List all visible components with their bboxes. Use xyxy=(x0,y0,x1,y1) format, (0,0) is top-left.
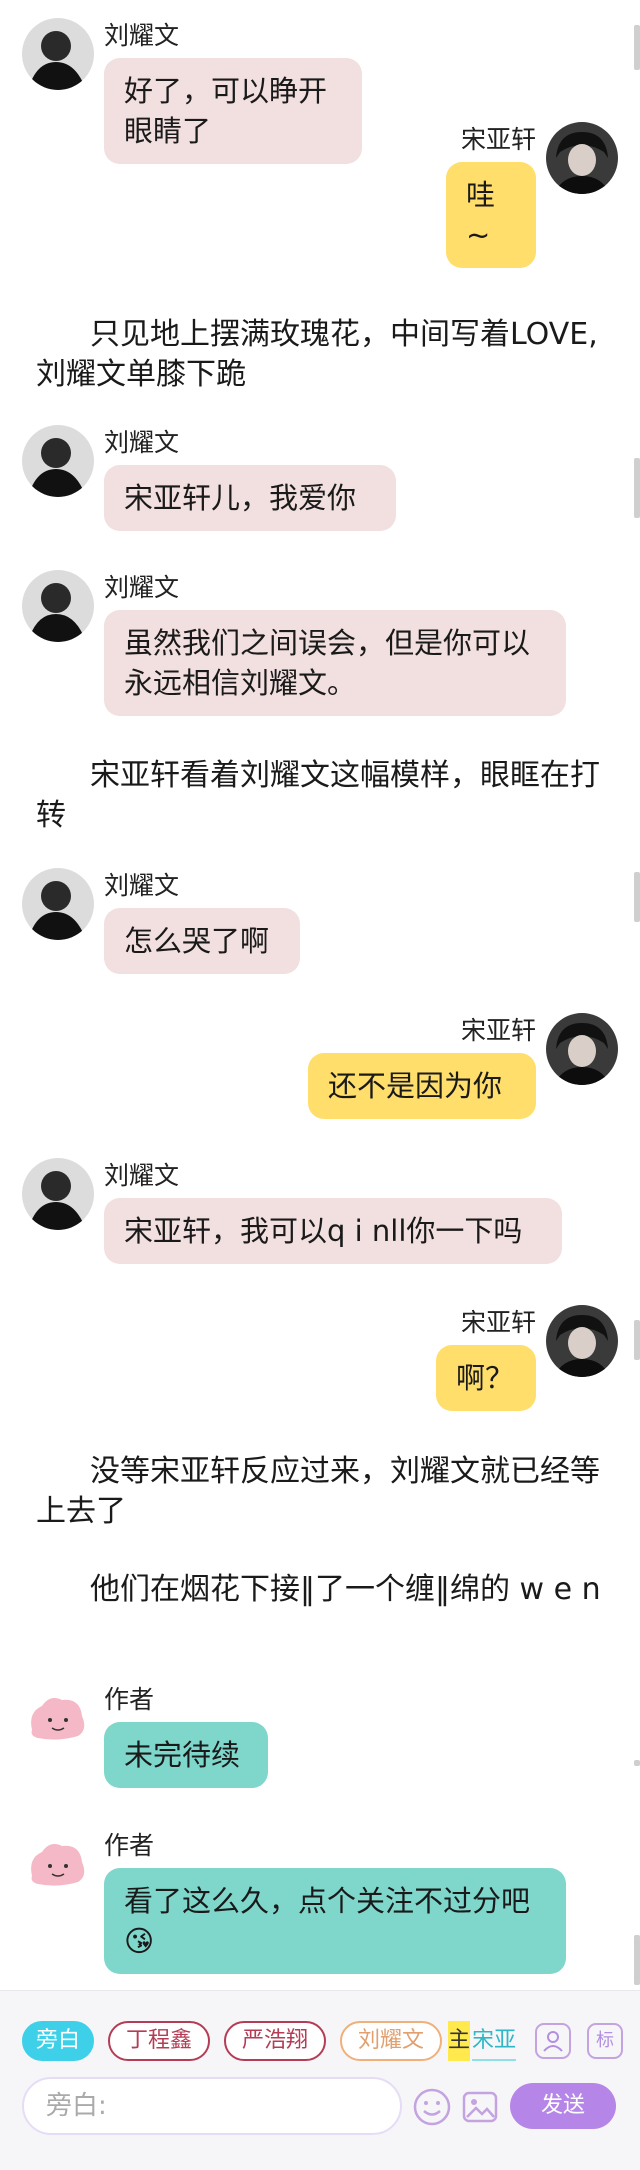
scroll-indicator xyxy=(634,25,640,70)
composer-panel: 旁白 丁程鑫 严浩翔 刘耀文 主 宋亚 标 旁白: 发送 xyxy=(0,1990,640,2170)
role-chip-song-yaxuan[interactable]: 宋亚 xyxy=(472,2021,516,2061)
chat-feed: 刘耀文 好了，可以睁开眼睛了 宋亚轩 哇~ 只见地上摆满玫瑰花，中间写着LOVE… xyxy=(0,0,640,1990)
song-yaxuan-avatar[interactable] xyxy=(546,122,618,194)
send-button[interactable]: 发送 xyxy=(510,2083,616,2129)
sender-name: 刘耀文 xyxy=(104,573,180,602)
sender-name: 宋亚轩 xyxy=(460,1016,536,1045)
sender-name: 刘耀文 xyxy=(104,21,180,50)
sender-name: 作者 xyxy=(104,1831,155,1860)
image-icon[interactable] xyxy=(460,2087,500,2127)
role-chip-narration[interactable]: 旁白 xyxy=(22,2021,94,2061)
liu-yaowen-avatar[interactable] xyxy=(22,18,94,90)
scroll-indicator xyxy=(634,872,640,922)
role-chip-ding-chengxin[interactable]: 丁程鑫 xyxy=(108,2021,210,2061)
scroll-indicator xyxy=(634,1760,640,1766)
sender-name: 宋亚轩 xyxy=(460,125,536,154)
liu-yaowen-avatar[interactable] xyxy=(22,868,94,940)
narration-text: 宋亚轩看着刘耀文这幅模样，眼眶在打转 xyxy=(36,758,600,833)
sender-name: 刘耀文 xyxy=(104,871,180,900)
message-input[interactable]: 旁白: xyxy=(22,2077,402,2135)
narration-text: 只见地上摆满玫瑰花，中间写着LOVE,刘耀文单膝下跪 xyxy=(36,317,598,392)
song-yaxuan-avatar[interactable] xyxy=(546,1305,618,1377)
kiss-emoji-icon: 😘 xyxy=(124,1924,155,1958)
message-bubble: 宋亚轩儿，我爱你 xyxy=(104,465,396,531)
message-bubble: 啊？ xyxy=(436,1345,536,1411)
message-bubble: 好了，可以睁开眼睛了 xyxy=(104,58,362,164)
liu-yaowen-avatar[interactable] xyxy=(22,1158,94,1230)
sender-name: 作者 xyxy=(104,1685,155,1714)
person-icon[interactable] xyxy=(535,2023,571,2059)
main-role-marker: 主 xyxy=(448,2021,470,2061)
message-bubble: 虽然我们之间误会，但是你可以永远相信刘耀文。 xyxy=(104,610,566,716)
author-avatar[interactable] xyxy=(22,1828,94,1900)
narration-text: 他们在烟花下接‖了一个缠‖绵的 w e n xyxy=(90,1572,601,1607)
liu-yaowen-avatar[interactable] xyxy=(22,570,94,642)
song-yaxuan-avatar[interactable] xyxy=(546,1013,618,1085)
message-bubble: 怎么哭了啊 xyxy=(104,908,300,974)
scroll-indicator xyxy=(634,1320,640,1360)
smiley-icon[interactable] xyxy=(412,2087,452,2127)
scroll-indicator xyxy=(634,1935,640,1985)
message-bubble: 哇~ xyxy=(446,162,536,268)
sender-name: 刘耀文 xyxy=(104,1161,180,1190)
tag-icon[interactable]: 标 xyxy=(587,2023,623,2059)
message-bubble: 未完待续 xyxy=(104,1722,268,1788)
message-bubble: 看了这么久，点个关注不过分吧 😘 xyxy=(104,1868,566,1974)
message-text: 看了这么久，点个关注不过分吧 xyxy=(124,1884,531,1918)
message-bubble: 宋亚轩，我可以q i nll你一下吗 xyxy=(104,1198,562,1264)
scroll-indicator xyxy=(634,458,640,518)
sender-name: 刘耀文 xyxy=(104,428,180,457)
liu-yaowen-avatar[interactable] xyxy=(22,425,94,497)
sender-name: 宋亚轩 xyxy=(460,1308,536,1337)
message-bubble: 还不是因为你 xyxy=(308,1053,536,1119)
role-chip-yan-haoxiang[interactable]: 严浩翔 xyxy=(224,2021,326,2061)
narration-text: 没等宋亚轩反应过来，刘耀文就已经等上去了 xyxy=(36,1454,600,1529)
role-chip-liu-yaowen[interactable]: 刘耀文 xyxy=(340,2021,442,2061)
author-avatar[interactable] xyxy=(22,1682,94,1754)
